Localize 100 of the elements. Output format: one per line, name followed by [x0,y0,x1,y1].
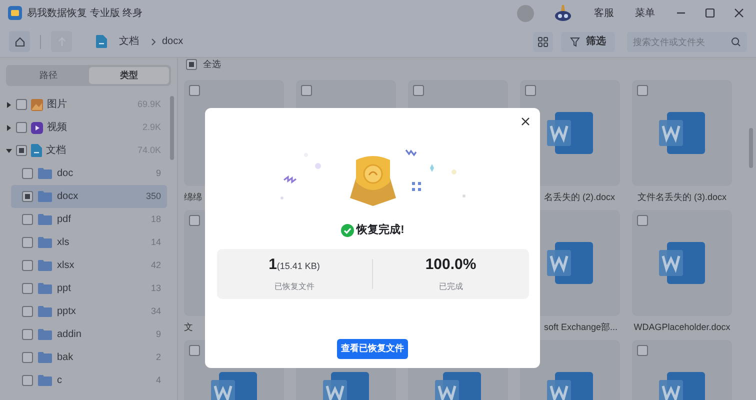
folder-icon [38,191,52,202]
tree-item[interactable]: bak 2 [11,346,167,369]
item-count: 42 [150,258,161,272]
checkbox[interactable] [186,59,197,70]
tree-label: xls [57,236,70,250]
breadcrumb-link[interactable]: 文档 [119,34,139,49]
select-all-label: 全选 [203,58,221,71]
checkbox[interactable] [189,214,200,226]
maximize-icon[interactable] [705,8,715,18]
header-link[interactable]: 客服 [594,6,614,20]
tree-item[interactable]: xls 14 [11,231,167,254]
filter-icon [570,36,580,46]
checkbox[interactable] [16,122,27,133]
tree-item[interactable]: docx 350 [11,185,167,208]
tree-item[interactable]: doc 9 [11,162,167,185]
item-count: 18 [150,212,161,226]
dialog-title: 恢复完成! [356,222,404,238]
image-icon [31,98,43,110]
checkbox[interactable] [637,344,648,356]
right-triangle-icon[interactable] [6,124,12,130]
checkbox[interactable] [22,306,33,317]
file-card[interactable] [632,80,732,186]
word-document-icon [659,112,705,154]
scrollbar[interactable] [749,128,753,168]
right-triangle-icon[interactable] [6,102,12,108]
checkbox[interactable] [413,84,424,96]
tree-item[interactable]: addin 9 [11,323,167,346]
checkbox[interactable] [22,191,33,202]
header-link[interactable]: 菜单 [635,6,655,20]
folder-icon [38,237,52,248]
avatar-icon[interactable] [517,4,534,22]
checkbox[interactable] [22,168,33,179]
checkbox[interactable] [16,99,27,110]
checkbox[interactable] [637,84,648,96]
item-count: 9 [156,328,161,341]
tree-item[interactable]: xlsx 42 [11,254,167,277]
checkbox[interactable] [22,283,33,294]
tree-label: 文档 [46,144,67,158]
checkbox[interactable] [16,145,27,156]
tree-item[interactable]: pdf 18 [11,208,167,231]
tree-item[interactable]: c 4 [11,369,167,392]
item-count: 34 [150,304,161,318]
file-card[interactable] [632,210,732,316]
home-icon [14,36,24,46]
tree-label: addin [57,328,82,342]
file-name: 文件名丢失的 (3).docx [637,190,726,204]
down-triangle-icon[interactable] [6,148,12,154]
checkbox[interactable] [189,344,200,356]
tree-label: pptx [57,305,77,319]
stat-label: 已恢复文件 [274,280,314,293]
document-icon [31,144,42,157]
folder-icon [38,352,52,363]
tree-label: pdf [57,213,72,227]
checkbox[interactable] [22,214,33,225]
tree-label: xlsx [57,259,76,273]
word-document-icon [547,112,593,154]
stat-value: 1 [268,255,277,276]
search-field[interactable]: 搜索文件或文件夹 [627,32,747,52]
home-button[interactable] [9,31,30,52]
sidebar-tab[interactable]: 类型 [88,67,169,84]
filter-button[interactable]: 筛选 [561,32,615,52]
breadcrumb-item: docx [162,35,184,49]
view-recovered-button[interactable]: 查看已恢复文件 [337,338,408,358]
checkbox[interactable] [301,84,312,96]
item-count: 14 [150,236,161,249]
close-icon[interactable] [734,8,744,18]
tree-label: 视频 [47,120,68,135]
checkbox[interactable] [525,84,536,96]
file-name: soft Exchange部... [544,320,618,334]
stat-value: 100.0% [425,255,476,276]
tree-item[interactable]: ppt 13 [11,277,167,300]
grid-view-button[interactable] [533,32,553,52]
play-icon [31,122,43,134]
checkbox[interactable] [22,260,33,271]
item-count: 9 [156,166,161,180]
checkbox[interactable] [22,352,33,363]
tree-label: bak [57,351,74,365]
checkbox[interactable] [22,329,33,340]
folder-icon [38,375,52,386]
file-name: 名丢失的 (2).docx [544,190,616,204]
tree-item[interactable]: pptx 34 [11,300,167,323]
folder-icon [38,283,52,294]
checkbox[interactable] [637,214,648,226]
item-count: 13 [150,282,161,295]
chevron-icon [151,38,156,46]
stat-detail: (15.41 KB) [276,260,320,274]
file-name: 绵绵 [184,190,202,204]
folder-icon [38,306,52,317]
checkbox[interactable] [22,237,33,248]
checkbox[interactable] [189,84,200,96]
mascot-icon[interactable] [553,3,573,23]
checkbox[interactable] [22,375,33,386]
search-icon[interactable] [731,36,741,46]
scrollbar[interactable] [170,96,174,160]
tree-label: c [57,374,63,388]
item-count: 4 [156,374,161,387]
check-circle-icon [340,224,354,237]
sidebar-tab[interactable]: 路径 [8,67,88,84]
file-name: 文 [184,320,193,334]
item-count: 2 [156,350,161,364]
